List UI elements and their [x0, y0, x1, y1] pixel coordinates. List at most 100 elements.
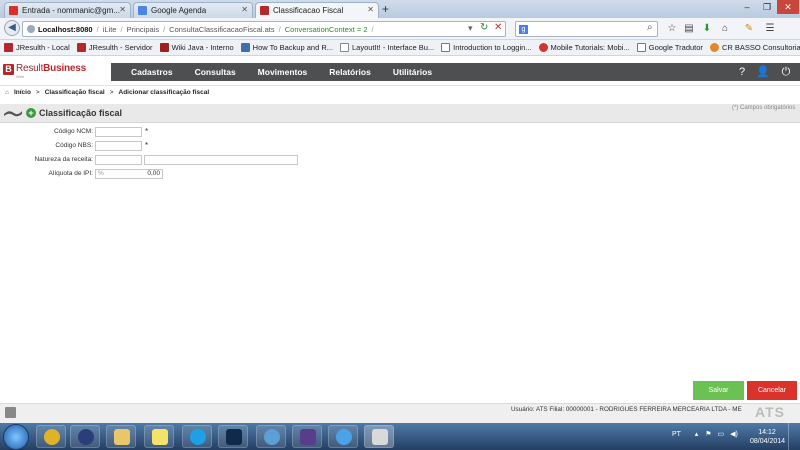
- bookmark-item[interactable]: Mobile Tutorials: Mobi...: [538, 43, 630, 52]
- cancel-button[interactable]: Cancelar: [747, 381, 797, 400]
- network-icon[interactable]: ▭: [717, 431, 724, 438]
- bookmark-item[interactable]: Introduction to Loggin...: [441, 43, 532, 52]
- show-desktop-button[interactable]: [788, 423, 800, 450]
- home-icon[interactable]: ⌂: [719, 23, 731, 35]
- url-context: ConversationContext = 2: [284, 24, 368, 34]
- taskbar-item[interactable]: [70, 425, 100, 448]
- calculator-icon[interactable]: [5, 407, 16, 418]
- status-text: Usuário: ATS Filial: 00000001 - RODRIGUE…: [511, 406, 742, 413]
- chrome-icon: [44, 429, 60, 445]
- extension-icon[interactable]: ✎: [743, 23, 755, 35]
- clock[interactable]: 14:12 08/04/2014: [750, 428, 786, 446]
- clipboard-icon[interactable]: ▤: [683, 23, 695, 35]
- taskbar-item[interactable]: [364, 425, 394, 448]
- taskbar-item[interactable]: [218, 425, 248, 448]
- search-input[interactable]: g: [515, 21, 658, 37]
- save-button[interactable]: Salvar: [693, 381, 744, 400]
- taskbar-item[interactable]: [256, 425, 286, 448]
- language-indicator[interactable]: PT: [672, 431, 681, 438]
- bookmarks-bar: JResulth - Local JResulth - Servidor Wik…: [0, 40, 800, 56]
- aliquota-input[interactable]: % 0,00: [95, 169, 163, 179]
- breadcrumb-separator: >: [109, 89, 114, 96]
- gmail-icon: [9, 6, 18, 15]
- result-icon: [260, 6, 269, 15]
- skype-icon: [190, 429, 206, 445]
- power-icon[interactable]: ⏻: [779, 65, 793, 79]
- menu-item-cadastros[interactable]: Cadastros: [131, 67, 173, 77]
- bookmark-item[interactable]: Wiki Java - Interno: [159, 43, 234, 52]
- close-icon[interactable]: ✕: [241, 5, 248, 14]
- close-window-button[interactable]: ✕: [777, 0, 799, 14]
- required-mark: *: [145, 127, 149, 136]
- wiki-icon: [159, 43, 169, 52]
- natureza-code-input[interactable]: [95, 155, 142, 165]
- result-icon: [4, 43, 13, 52]
- download-icon[interactable]: ⬇: [701, 23, 713, 35]
- start-button[interactable]: [3, 424, 29, 450]
- volume-icon[interactable]: ◀): [730, 431, 738, 438]
- menu-icon[interactable]: ☰: [764, 23, 776, 35]
- back-button[interactable]: ◀: [4, 20, 20, 36]
- search-icon[interactable]: ⌕: [647, 22, 653, 33]
- aliquota-label: Alíquota de IPI:: [48, 170, 93, 177]
- bookmark-label: LayoutIt! - Interface Bu...: [352, 43, 435, 52]
- tab-gmail[interactable]: Entrada - nommanic@gm... ✕: [4, 2, 131, 18]
- taskbar-item[interactable]: [292, 425, 322, 448]
- stop-icon[interactable]: ✕: [494, 22, 502, 33]
- home-icon[interactable]: ⌂: [5, 89, 9, 96]
- bookmark-item[interactable]: JResulth - Servidor: [76, 43, 153, 52]
- address-bar[interactable]: Localhost:8080 / iLite / Principais / Co…: [22, 21, 506, 37]
- clock-date: 08/04/2014: [750, 438, 786, 445]
- menu-item-movimentos[interactable]: Movimentos: [258, 67, 308, 77]
- required-mark: *: [145, 141, 149, 150]
- taskbar-item[interactable]: [106, 425, 136, 448]
- reload-icon[interactable]: ↻: [480, 22, 488, 33]
- bookmark-item[interactable]: Google Tradutor: [636, 43, 703, 52]
- dropdown-arrow-icon[interactable]: ▾: [468, 23, 473, 34]
- user-icon[interactable]: 👤: [756, 65, 770, 79]
- bookmark-item[interactable]: How To Backup and R...: [240, 43, 333, 52]
- menu-item-utilitarios[interactable]: Utilitários: [393, 67, 432, 77]
- calendar-icon: [138, 6, 147, 15]
- breadcrumb-classificacao[interactable]: Classificação fiscal: [45, 89, 105, 96]
- bookmark-item[interactable]: CR BASSO Consultoria...: [709, 43, 800, 52]
- chevron-up-icon[interactable]: ▴: [695, 431, 699, 438]
- taskbar-item[interactable]: [144, 425, 174, 448]
- url-separator: /: [278, 24, 281, 34]
- minimize-button[interactable]: –: [738, 0, 756, 14]
- new-tab-button[interactable]: +: [382, 2, 389, 16]
- menu-item-relatorios[interactable]: Relatórios: [329, 67, 371, 77]
- close-icon[interactable]: ✕: [119, 5, 126, 14]
- nbs-input[interactable]: [95, 141, 142, 151]
- bookmark-item[interactable]: LayoutIt! - Interface Bu...: [340, 43, 434, 52]
- page-icon: [240, 43, 250, 52]
- tab-calendar[interactable]: Google Agenda ✕: [133, 2, 253, 18]
- help-icon[interactable]: ?: [735, 65, 749, 79]
- taskbar-item[interactable]: [36, 425, 66, 448]
- flag-icon[interactable]: ⚑: [705, 431, 711, 438]
- bookmark-label: JResulth - Local: [16, 43, 70, 52]
- doc-icon: [636, 43, 646, 52]
- brand-sub: Web: [16, 74, 25, 79]
- taskbar-item[interactable]: [182, 425, 212, 448]
- brand-logo[interactable]: B: [3, 64, 14, 75]
- google-icon: g: [519, 25, 528, 34]
- star-icon[interactable]: ☆: [666, 23, 678, 35]
- bookmark-item[interactable]: JResulth - Local: [4, 43, 70, 52]
- add-icon: +: [26, 108, 36, 118]
- folder-icon: [114, 429, 130, 445]
- bookmark-label: Introduction to Loggin...: [453, 43, 532, 52]
- taskbar-item[interactable]: [328, 425, 358, 448]
- tab-classificacao[interactable]: Classificacao Fiscal ✕: [255, 2, 379, 18]
- url-separator: /: [371, 24, 374, 34]
- close-icon[interactable]: ✕: [367, 5, 374, 14]
- breadcrumb-separator: >: [35, 89, 40, 96]
- ncm-input[interactable]: [95, 127, 142, 137]
- url-separator: /: [163, 24, 166, 34]
- maximize-button[interactable]: ❐: [758, 0, 776, 14]
- menu-item-consultas[interactable]: Consultas: [195, 67, 236, 77]
- url-segment: Principais: [126, 24, 160, 34]
- natureza-description-input[interactable]: [144, 155, 298, 165]
- eclipse-icon: [78, 429, 94, 445]
- breadcrumb-home[interactable]: Início: [14, 89, 31, 96]
